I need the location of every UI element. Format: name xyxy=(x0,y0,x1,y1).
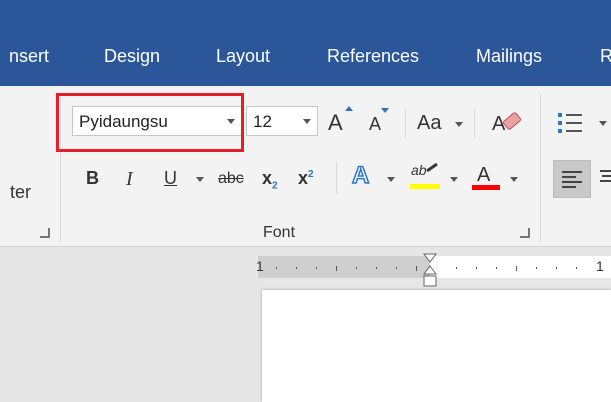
superscript-letter: x xyxy=(298,168,309,188)
shrink-caret-icon xyxy=(381,108,389,113)
subscript-mark: 2 xyxy=(272,180,278,192)
group-separator xyxy=(540,94,541,242)
toolbar-separator xyxy=(474,108,475,138)
subscript-button[interactable]: x2 xyxy=(262,169,278,192)
grow-font-button[interactable]: A xyxy=(328,112,343,134)
change-case-dropdown-icon[interactable] xyxy=(455,122,463,127)
font-name-highlight xyxy=(56,93,244,152)
underline-button[interactable]: U xyxy=(164,169,177,187)
font-size-dropdown-icon[interactable] xyxy=(303,119,311,124)
highlight-color-button[interactable]: ab xyxy=(411,163,427,177)
ruler-number-left: 1 xyxy=(256,258,264,274)
superscript-mark: 2 xyxy=(308,169,314,180)
shrink-font-button[interactable]: A xyxy=(369,115,381,133)
clipboard-launcher-icon[interactable] xyxy=(40,228,50,238)
document-page[interactable] xyxy=(262,290,611,402)
tab-mailings[interactable]: Mailings xyxy=(476,46,542,67)
tab-design[interactable]: Design xyxy=(104,46,160,67)
tab-insert[interactable]: nsert xyxy=(9,46,49,67)
align-center-icon[interactable] xyxy=(598,168,611,192)
indent-marker-icon[interactable] xyxy=(422,252,438,290)
grow-caret-icon xyxy=(345,106,353,111)
toolbar-separator xyxy=(405,108,406,138)
tab-layout[interactable]: Layout xyxy=(216,46,270,67)
tab-review[interactable]: R xyxy=(600,46,611,67)
format-painter-label[interactable]: ter xyxy=(10,182,31,203)
title-bar xyxy=(0,0,611,30)
font-color-dropdown-icon[interactable] xyxy=(510,177,518,182)
toolbar-separator xyxy=(336,162,337,194)
word-window: nsert Design Layout References Mailings … xyxy=(0,0,611,402)
font-size-combo[interactable]: 12 xyxy=(246,106,318,136)
font-group-label: Font xyxy=(263,224,296,241)
align-left-icon xyxy=(562,171,582,188)
font-dialog-launcher-icon[interactable] xyxy=(520,228,530,238)
bold-button[interactable]: B xyxy=(86,169,99,187)
align-left-button[interactable] xyxy=(553,160,591,198)
highlight-dropdown-icon[interactable] xyxy=(450,177,458,182)
italic-button[interactable]: I xyxy=(126,169,133,189)
ruler-ticks xyxy=(276,266,577,271)
text-effects-dropdown-icon[interactable] xyxy=(387,177,395,182)
ribbon-tabs: nsert Design Layout References Mailings … xyxy=(0,30,611,86)
underline-dropdown-icon[interactable] xyxy=(196,177,204,182)
clear-formatting-icon[interactable]: A xyxy=(490,108,524,138)
subscript-letter: x xyxy=(262,168,273,188)
highlight-color-bar xyxy=(410,184,440,189)
font-color-bar xyxy=(472,185,500,190)
text-effects-button[interactable]: A xyxy=(351,163,370,189)
strikethrough-button[interactable]: abc xyxy=(218,171,244,187)
font-color-button[interactable]: A xyxy=(477,165,490,185)
font-size-value: 12 xyxy=(253,112,272,131)
tab-references[interactable]: References xyxy=(327,46,419,67)
change-case-button[interactable]: Aa xyxy=(417,113,441,133)
superscript-button[interactable]: x2 xyxy=(298,169,314,187)
bullets-icon[interactable] xyxy=(556,108,596,138)
bullets-dropdown-icon[interactable] xyxy=(599,121,607,126)
